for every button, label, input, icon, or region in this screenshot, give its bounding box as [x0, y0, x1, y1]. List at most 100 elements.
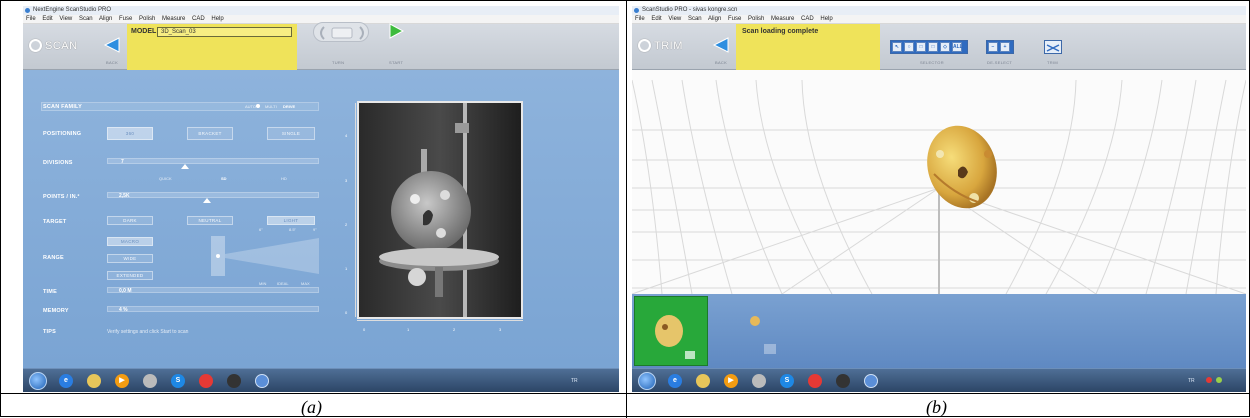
- 3d-viewport[interactable]: [632, 70, 1246, 294]
- menu-scan-b[interactable]: Scan: [688, 16, 702, 22]
- menu-edit[interactable]: Edit: [42, 16, 52, 22]
- menu-file[interactable]: File: [26, 16, 36, 22]
- menu-help-b[interactable]: Help: [820, 16, 832, 22]
- app-dark-icon[interactable]: [227, 374, 241, 388]
- positioning-360-label: 360: [125, 131, 135, 136]
- ruler-v-3: 3: [345, 178, 348, 183]
- app-dark-icon[interactable]: [836, 374, 850, 388]
- points-thumb-icon[interactable]: [203, 198, 211, 203]
- range-macro[interactable]: MACRO: [107, 237, 153, 246]
- menu-help[interactable]: Help: [211, 16, 223, 22]
- chrome-icon[interactable]: [199, 374, 213, 388]
- menu-measure[interactable]: Measure: [162, 16, 185, 22]
- model-name-field[interactable]: 3D_Scan_03: [157, 27, 292, 37]
- back-label-b: BACK: [715, 60, 728, 65]
- rect-select-icon[interactable]: □: [916, 42, 926, 52]
- box-select-icon[interactable]: □: [928, 42, 938, 52]
- range-wide[interactable]: WIDE: [107, 254, 153, 263]
- select-all-button[interactable]: ALL: [952, 42, 963, 52]
- scanstudio-task-icon[interactable]: [255, 374, 269, 388]
- ie-icon[interactable]: e: [668, 374, 682, 388]
- lasso-select-icon[interactable]: ◇: [940, 42, 950, 52]
- menu-cad-b[interactable]: CAD: [801, 16, 814, 22]
- menu-view[interactable]: View: [59, 16, 72, 22]
- tray-alert-icon[interactable]: [1206, 377, 1212, 383]
- menu-fuse[interactable]: Fuse: [119, 16, 132, 22]
- points-slider[interactable]: [107, 192, 319, 198]
- tray-network-icon[interactable]: [1216, 377, 1222, 383]
- divisions-label: DIVISIONS: [43, 160, 73, 166]
- scan-thumbnail-active[interactable]: [634, 296, 708, 366]
- deselect-plus-icon[interactable]: +: [1000, 42, 1010, 52]
- range-extended[interactable]: EXTENDED: [107, 271, 153, 280]
- points-label: POINTS / IN.²: [43, 194, 80, 200]
- quality-sd[interactable]: SD: [221, 176, 227, 181]
- pointer-tool-icon[interactable]: ↖: [892, 42, 902, 52]
- target-dark-label: DARK: [123, 218, 137, 223]
- auto-radio-icon[interactable]: [256, 104, 260, 108]
- turn-control[interactable]: [313, 22, 369, 42]
- positioning-single[interactable]: SINGLE: [267, 127, 315, 140]
- positioning-bracket[interactable]: BRACKET: [187, 127, 233, 140]
- menu-view-b[interactable]: View: [668, 16, 681, 22]
- quality-hd[interactable]: HD: [281, 176, 287, 181]
- start-orb-icon[interactable]: [29, 372, 47, 390]
- auto-option[interactable]: AUTO: [245, 104, 256, 109]
- circle-select-icon[interactable]: ○: [904, 42, 914, 52]
- drive-option[interactable]: DRIVE: [283, 104, 295, 109]
- target-neutral[interactable]: NEUTRAL: [187, 216, 233, 225]
- caption-divider: [1, 393, 1250, 394]
- time-value: 0,0 M: [119, 288, 132, 294]
- menu-polish[interactable]: Polish: [139, 16, 155, 22]
- scan-object-icon[interactable]: [748, 314, 762, 328]
- start-orb-icon[interactable]: [638, 372, 656, 390]
- positioning-360[interactable]: 360: [107, 127, 153, 140]
- app-icon-b: [634, 8, 639, 13]
- menu-fuse-b[interactable]: Fuse: [728, 16, 741, 22]
- ruler-h-2: 2: [453, 327, 456, 332]
- selector-label: SELECTOR: [920, 60, 944, 65]
- range-dim-9: 9": [313, 227, 317, 232]
- menu-bar-b: File Edit View Scan Align Fuse Polish Me…: [632, 15, 1246, 24]
- target-dark[interactable]: DARK: [107, 216, 153, 225]
- folder-icon[interactable]: [87, 374, 101, 388]
- back-arrow-icon[interactable]: [712, 36, 730, 54]
- memory-value: 4 %: [119, 307, 128, 313]
- chrome-icon[interactable]: [808, 374, 822, 388]
- menu-cad[interactable]: CAD: [192, 16, 205, 22]
- trim-tool-button[interactable]: [1044, 40, 1062, 54]
- menu-measure-b[interactable]: Measure: [771, 16, 794, 22]
- range-macro-label: MACRO: [120, 239, 140, 244]
- app-circle-icon[interactable]: [752, 374, 766, 388]
- menu-align-b[interactable]: Align: [708, 16, 721, 22]
- quality-quick[interactable]: QUICK: [159, 176, 172, 181]
- divisions-slider[interactable]: [107, 158, 319, 164]
- menu-align[interactable]: Align: [99, 16, 112, 22]
- model-label: MODEL: [131, 28, 157, 35]
- app-circle-icon[interactable]: [143, 374, 157, 388]
- skype-icon[interactable]: S: [780, 374, 794, 388]
- toolbar-b: TRIM BACK Scan loading complete ↖ ○ □ □ ◇ ALL…: [632, 24, 1246, 70]
- scanstudio-task-icon[interactable]: [864, 374, 878, 388]
- media-icon[interactable]: ▶: [724, 374, 738, 388]
- divisions-thumb-icon[interactable]: [181, 164, 189, 169]
- target-light[interactable]: LIGHT: [267, 216, 315, 225]
- skype-icon[interactable]: S: [171, 374, 185, 388]
- tray-language[interactable]: TR: [571, 378, 578, 384]
- range-dim-8-5: 8.5": [289, 227, 296, 232]
- range-dim-6: 6": [259, 227, 263, 232]
- menu-polish-b[interactable]: Polish: [748, 16, 764, 22]
- start-play-icon[interactable]: [387, 22, 405, 40]
- menu-scan[interactable]: Scan: [79, 16, 93, 22]
- mode-label: SCAN: [45, 40, 78, 52]
- deselect-minus-icon[interactable]: −: [988, 42, 998, 52]
- media-icon[interactable]: ▶: [115, 374, 129, 388]
- menu-file-b[interactable]: File: [635, 16, 645, 22]
- ie-icon[interactable]: e: [59, 374, 73, 388]
- back-arrow-icon[interactable]: [103, 36, 121, 54]
- scan-item-icon[interactable]: [762, 342, 778, 356]
- folder-icon[interactable]: [696, 374, 710, 388]
- tray-language-b[interactable]: TR: [1188, 378, 1195, 384]
- menu-edit-b[interactable]: Edit: [651, 16, 661, 22]
- multi-option[interactable]: MULTI: [265, 104, 277, 109]
